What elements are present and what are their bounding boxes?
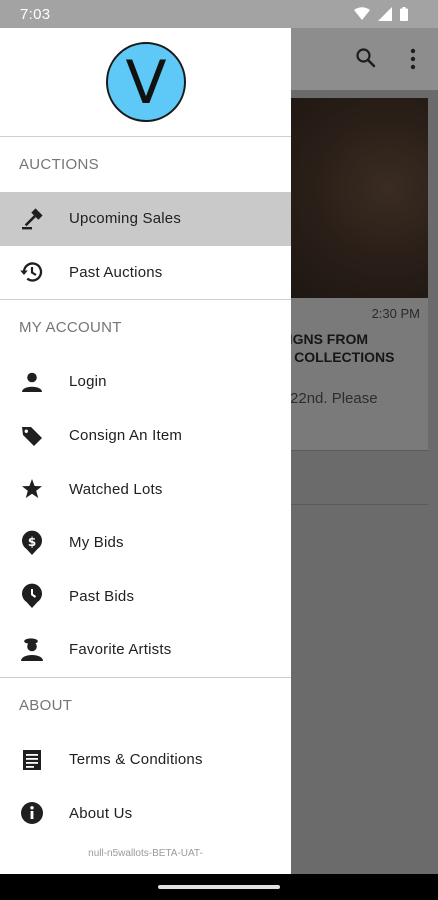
drawer-item-upcoming-sales[interactable]: Upcoming Sales: [0, 192, 291, 246]
more-vert-icon[interactable]: [404, 48, 422, 70]
status-time: 7:03: [20, 6, 51, 23]
auction-image: [270, 98, 428, 298]
auction-time: 2:30 PM: [371, 306, 420, 321]
wifi-icon: [354, 7, 370, 20]
drawer-item-label: Terms & Conditions: [69, 751, 203, 769]
navigation-drawer: V AUCTIONS Upcoming Sales Past Auctions: [0, 28, 291, 874]
drawer-item-my-bids[interactable]: $ My Bids: [0, 516, 291, 570]
status-bar: 7:03: [0, 0, 438, 28]
divider: [270, 504, 428, 505]
star-icon: [19, 476, 45, 502]
drawer-header: V: [0, 28, 291, 137]
logo-letter: V: [125, 48, 167, 118]
status-icons: [354, 7, 408, 21]
svg-text:$: $: [28, 535, 36, 549]
drawer-item-label: Login: [69, 373, 107, 391]
drawer-item-label: Upcoming Sales: [69, 210, 182, 228]
dollar-pin-icon: $: [19, 530, 45, 556]
home-gesture-handle[interactable]: [158, 885, 280, 889]
section-title-auctions: AUCTIONS: [19, 156, 99, 173]
gavel-icon: [19, 206, 45, 232]
app-logo: V: [106, 42, 186, 122]
drawer-item-label: About Us: [69, 804, 133, 822]
auction-title: ESIGNS FROM ND COLLECTIONS: [270, 331, 395, 365]
drawer-item-label: Consign An Item: [69, 427, 183, 445]
info-icon: [19, 800, 45, 826]
drawer-item-terms[interactable]: Terms & Conditions: [0, 733, 291, 787]
section-title-my-account: MY ACCOUNT: [19, 319, 122, 337]
drawer-item-label: Watched Lots: [69, 480, 163, 498]
drawer-item-label: Past Auctions: [69, 263, 163, 281]
drawer-item-past-bids[interactable]: Past Bids: [0, 570, 291, 624]
search-icon[interactable]: [354, 46, 378, 70]
battery-icon: [400, 7, 408, 21]
section-title-about: ABOUT: [19, 696, 73, 714]
document-icon: [19, 747, 45, 773]
drawer-item-about-us[interactable]: About Us: [0, 786, 291, 840]
drawer-item-consign[interactable]: Consign An Item: [0, 409, 291, 463]
build-info: null-n5wallots-BETA-UAT-: [88, 848, 203, 859]
person-icon: [19, 369, 45, 395]
clock-pin-icon: [19, 583, 45, 609]
system-navigation-bar: [0, 874, 438, 900]
signal-icon: [378, 7, 392, 21]
drawer-item-label: Past Bids: [69, 587, 135, 605]
divider: [270, 450, 428, 451]
drawer-item-login[interactable]: Login: [0, 355, 291, 409]
drawer-item-label: My Bids: [69, 534, 124, 552]
drawer-item-label: Favorite Artists: [69, 641, 172, 659]
history-icon: [19, 259, 45, 285]
drawer-item-favorite-artists[interactable]: Favorite Artists: [0, 623, 291, 677]
drawer-item-watched-lots[interactable]: Watched Lots: [0, 462, 291, 516]
drawer-item-past-auctions[interactable]: Past Auctions: [0, 246, 291, 300]
tag-icon: [19, 423, 45, 449]
artist-icon: [19, 637, 45, 663]
